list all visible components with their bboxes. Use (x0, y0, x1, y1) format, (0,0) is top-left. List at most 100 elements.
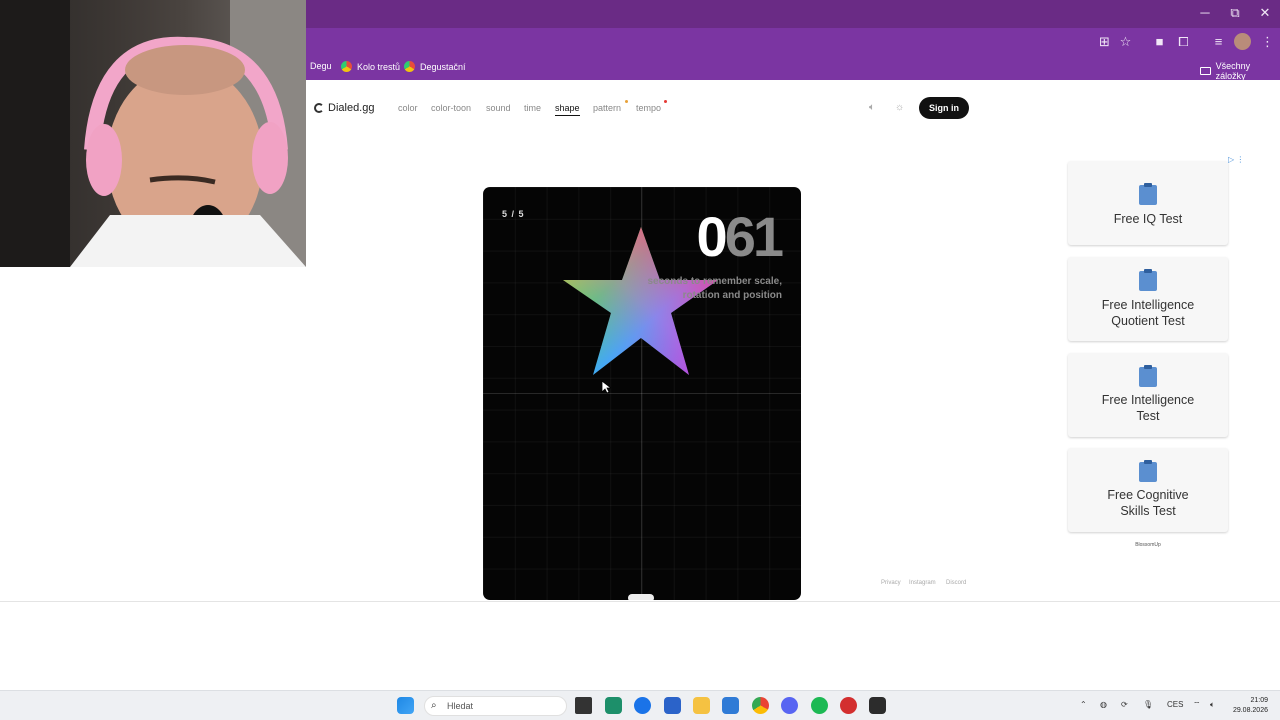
edge-icon[interactable] (634, 697, 651, 714)
footer-privacy-link[interactable]: Privacy (881, 580, 901, 586)
ad-label: Free Intelligence Test (1078, 392, 1218, 424)
ad-choices-icon[interactable]: ▷ ⋮ (1228, 155, 1244, 164)
new-badge-dot (664, 100, 667, 103)
ad-label: Free Cognitive Skills Test (1078, 487, 1218, 519)
profile-avatar[interactable] (1234, 33, 1251, 50)
extensions-icon[interactable]: ⧠ (1175, 33, 1192, 50)
nav-sound[interactable]: sound (486, 103, 511, 113)
center-guide-horizontal (483, 393, 801, 394)
bookmark-label: Kolo trestů (357, 61, 401, 72)
ad-line: Free IQ Test (1113, 212, 1183, 226)
round-counter: 5 / 5 (502, 209, 525, 219)
folder-icon (1200, 67, 1211, 75)
media-control-icon[interactable]: ≡ (1210, 33, 1227, 50)
ad-free-intelligence-test[interactable]: Free Intelligence Test (1068, 353, 1228, 437)
menu-kebab-icon[interactable]: ⋮ (1259, 33, 1276, 50)
windows-taskbar: ⌕ Hledat ⌃ ◍ ⟳ 🎙︎ CES ⌔ 🔈︎ 21:09 29.08.2… (0, 690, 1280, 720)
bookmark-star-icon[interactable]: ☆ (1117, 33, 1134, 50)
all-bookmarks[interactable]: Všechny záložky (1200, 61, 1280, 81)
restore-button[interactable]: ⧉ (1220, 5, 1250, 21)
clock-date: 29.08.2026 (1232, 707, 1268, 714)
nav-time[interactable]: time (524, 103, 541, 113)
footer-instagram-link[interactable]: Instagram (909, 580, 936, 586)
taskbar-search[interactable]: ⌕ Hledat (424, 696, 567, 716)
windows-start-icon[interactable] (397, 697, 414, 714)
wifi-icon[interactable]: ⌔ (1193, 700, 1201, 710)
shape-game-card[interactable]: 5 / 5 061 seconds to remember scale, rot… (483, 187, 801, 600)
translate-icon[interactable]: ⊞ (1096, 33, 1113, 50)
spotify-icon[interactable] (811, 697, 828, 714)
extension-app-icon[interactable]: ■ (1151, 33, 1168, 50)
clipboard-icon (1139, 269, 1157, 291)
ad-free-cognitive-skills-test[interactable]: Free Cognitive Skills Test (1068, 448, 1228, 532)
theme-toggle-icon[interactable]: ☼ (895, 102, 904, 113)
app-icon-dark[interactable] (869, 697, 886, 714)
bookmarks-bar: Degu Kolo trestů Degustační Všechny zálo… (306, 55, 1280, 81)
ad-line: Quotient Test (1111, 314, 1185, 328)
app-icon-red[interactable] (840, 697, 857, 714)
nav-color[interactable]: color (398, 103, 418, 113)
ad-line: Skills Test (1120, 504, 1176, 518)
clipboard-icon (1139, 365, 1157, 387)
nav-shape[interactable]: shape (555, 103, 580, 116)
webcam-overlay (0, 0, 306, 267)
bookmark-kolo-trestu[interactable]: Kolo trestů (341, 61, 400, 72)
logo-text: Dialed.gg (328, 102, 375, 114)
microphone-icon[interactable]: 🎙︎ (1143, 700, 1153, 709)
discord-icon[interactable] (781, 697, 798, 714)
search-placeholder: Hledat (447, 701, 474, 711)
task-view-icon[interactable] (575, 697, 592, 714)
logo-icon (314, 103, 324, 113)
instruction-line: seconds to remember scale, (647, 276, 782, 287)
clipboard-icon (1139, 460, 1157, 482)
timer-bright-digit: 0 (696, 205, 728, 268)
bookmark-degu[interactable]: Degu (310, 61, 332, 71)
bookmark-degustacni[interactable]: Degustační (404, 61, 466, 72)
nav-color-toon[interactable]: color-toon (431, 103, 471, 113)
webcam-person-image (0, 0, 306, 267)
timer-instruction: seconds to remember scale, rotation and … (602, 275, 782, 303)
app-icon-green[interactable] (605, 697, 622, 714)
timer-dim-digits: 61 (724, 205, 784, 268)
chrome-favicon-icon (404, 61, 415, 72)
chrome-favicon-icon (341, 61, 352, 72)
close-button[interactable]: ✕ (1250, 5, 1280, 21)
all-bookmarks-label: Všechny záložky (1215, 61, 1251, 81)
bookmark-label: Degustační (420, 61, 466, 72)
ad-line: Free Intelligence (1101, 393, 1195, 407)
ad-label: Free Intelligence Quotient Test (1078, 297, 1218, 329)
sign-in-button[interactable]: Sign in (919, 97, 969, 119)
site-logo[interactable]: Dialed.gg (314, 102, 374, 114)
ad-brand: BlossomUp (1135, 542, 1161, 548)
bookmark-label: Degu (310, 61, 332, 71)
outlook-icon[interactable] (722, 697, 739, 714)
footer-discord-link[interactable]: Discord (946, 580, 966, 586)
search-icon: ⌕ (431, 700, 437, 711)
taskbar-clock[interactable]: 21:09 29.08.2026 (1233, 696, 1268, 716)
instruction-line: rotation and position (682, 290, 782, 301)
sound-icon[interactable]: 🔈︎ (869, 102, 875, 113)
new-badge-dot (625, 100, 628, 103)
mouse-cursor-icon (601, 380, 611, 394)
content-divider (0, 601, 1280, 602)
screen: ─ ⧉ ✕ ⊞ ☆ ■ ⧠ ≡ ⋮ Degu Kolo trestů Degus… (0, 0, 1280, 720)
volume-icon[interactable]: 🔈︎ (1210, 700, 1215, 710)
minimize-button[interactable]: ─ (1190, 5, 1220, 20)
ad-line: Free Cognitive (1107, 488, 1189, 502)
tray-overflow-icon[interactable]: ⌃ (1080, 700, 1087, 709)
tray-sync-icon[interactable]: ⟳ (1121, 700, 1128, 709)
countdown-timer: 061 (697, 209, 784, 265)
keyboard-language[interactable]: CES (1167, 700, 1183, 709)
store-icon[interactable] (664, 697, 681, 714)
clock-time: 21:09 (1250, 697, 1268, 704)
browser-title-bar: ─ ⧉ ✕ (306, 0, 1280, 28)
nav-pattern[interactable]: pattern (593, 103, 621, 113)
ad-free-iq-test[interactable]: Free IQ Test (1068, 161, 1228, 245)
file-explorer-icon[interactable] (693, 697, 710, 714)
nav-tempo[interactable]: tempo (636, 103, 661, 113)
dialed-page: Dialed.gg color color-toon sound time sh… (306, 80, 1280, 602)
chrome-icon[interactable] (752, 697, 769, 714)
tray-app-icon[interactable]: ◍ (1100, 700, 1107, 709)
ad-free-intelligence-quotient-test[interactable]: Free Intelligence Quotient Test (1068, 257, 1228, 341)
card-drag-handle[interactable] (628, 594, 654, 600)
